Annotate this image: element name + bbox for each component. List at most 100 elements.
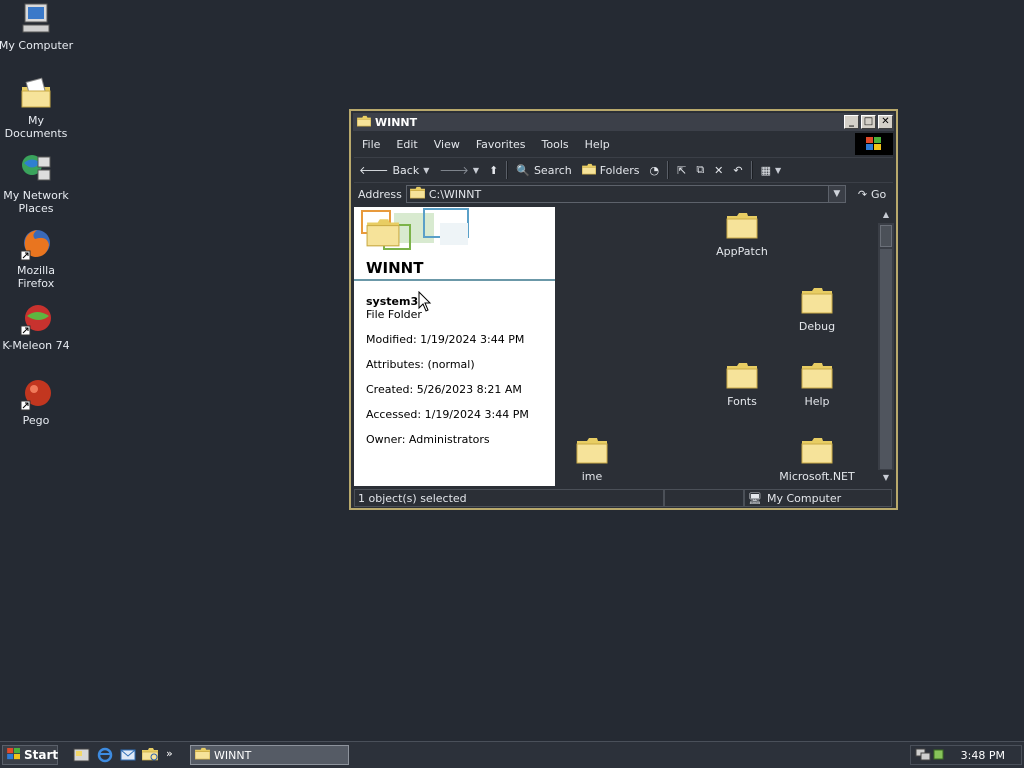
search-icon: 🔍 [516,163,530,177]
up-folder-button[interactable]: ⬆ [484,159,503,181]
show-desktop-icon[interactable] [73,747,91,763]
desktop-icon-pego[interactable]: Pego [0,377,74,427]
menu-file[interactable]: File [354,138,388,151]
pego-icon [19,377,53,411]
internet-explorer-icon[interactable] [96,747,114,763]
desktop-icon-label: Mozilla Firefox [17,264,55,290]
folder-icon [801,286,833,314]
folder-item-help[interactable]: Help [777,361,857,408]
taskbar-item-winnt[interactable]: WINNT [190,745,349,765]
search-label: Search [533,163,572,177]
desktop-icon-firefox[interactable]: Mozilla Firefox [0,227,74,290]
desktop-icon-label: My Computer [0,39,74,52]
forward-button[interactable]: 🡒 ▼ [434,159,484,181]
copy-to-button[interactable]: ⧉ [691,159,709,181]
address-input[interactable]: C:\WINNT ▼ [405,185,846,203]
search-button[interactable]: 🔍 Search [511,159,577,181]
address-dropdown-button[interactable]: ▼ [827,186,845,202]
desktop-icon-network-places[interactable]: My Network Places [0,152,74,215]
owner: Owner: Administrators [366,433,490,446]
folder-icon [801,436,833,464]
folder-icon [801,361,833,389]
menu-help[interactable]: Help [577,138,618,151]
folder-label: Help [804,395,830,408]
windows-logo-icon [7,747,21,763]
folder-icon [576,436,608,464]
vertical-scrollbar[interactable]: ▲ ▼ [878,207,894,486]
folders-label: Folders [599,163,640,177]
folder-item-ime[interactable]: ime [552,436,632,483]
system-tray: 3:48 PM [910,745,1022,765]
my-documents-icon [19,77,53,111]
folder-icon [357,115,371,130]
chevron-down-icon[interactable]: ▼ [775,166,781,175]
file-list-view[interactable]: AppPatch Debug Fonts Help ime Microsoft.… [556,207,878,486]
folder-item-fonts[interactable]: Fonts [702,361,782,408]
forward-arrow-icon: 🡒 [439,164,469,177]
folder-icon [726,361,758,389]
title-bar[interactable]: WINNT _ □ ✕ [353,113,894,131]
folders-icon [582,163,596,178]
volume-tray-icon[interactable] [933,747,945,764]
menu-tools[interactable]: Tools [534,138,577,151]
desktop-icon-kmeleon[interactable]: K-Meleon 74 [0,302,74,352]
minimize-button[interactable]: _ [844,115,859,129]
folder-item-debug[interactable]: Debug [777,286,857,333]
details-pane: WINNT system32 File Folder Modified: 1/1… [354,207,555,486]
item-details: system32 File Folder Modified: 1/19/2024… [366,295,529,446]
explorer-icon[interactable] [142,747,160,763]
scroll-thumb[interactable] [880,225,892,247]
menu-view[interactable]: View [426,138,468,151]
clock[interactable]: 3:48 PM [961,749,1005,762]
folder-item-microsoft-net[interactable]: Microsoft.NET [777,436,857,483]
windows-logo-icon [855,133,893,155]
up-folder-icon: ⬆ [489,163,499,177]
address-label: Address [358,187,402,201]
go-arrow-icon: ↷ [857,187,868,201]
go-button[interactable]: ↷ Go [858,188,886,201]
scroll-track[interactable] [880,249,892,469]
zone-label: My Computer [766,491,842,505]
status-zone: 🖥 My Computer [744,489,892,507]
mouse-cursor-icon [418,290,432,316]
undo-button[interactable]: ↶ [728,159,747,181]
folder-label: Fonts [727,395,757,408]
created-date: Created: 5/26/2023 8:21 AM [366,383,522,396]
status-selection: 1 object(s) selected [354,489,664,507]
scroll-up-button[interactable]: ▲ [878,207,894,223]
folder-label: AppPatch [716,245,768,258]
address-bar: Address C:\WINNT ▼ ↷ Go [354,182,893,205]
desktop-icon-my-documents[interactable]: My Documents [0,77,74,140]
move-to-button[interactable]: ⇱ [672,159,691,181]
status-blank [664,489,744,507]
chevron-down-icon[interactable]: ▼ [423,166,429,175]
scroll-down-button[interactable]: ▼ [878,470,894,486]
folders-button[interactable]: Folders [577,159,645,181]
folder-item-apppatch[interactable]: AppPatch [702,211,782,258]
chevron-right-icon[interactable]: » [166,747,184,763]
history-icon: ◔ [649,163,660,177]
desktop-icon-my-computer[interactable]: My Computer [0,2,74,52]
back-button[interactable]: 🡐 Back ▼ [354,159,434,181]
views-icon: ▦ [760,163,772,177]
delete-button[interactable]: ✕ [709,159,728,181]
my-computer-icon [19,2,53,36]
menu-edit[interactable]: Edit [388,138,425,151]
desktop-icon-label: K-Meleon 74 [2,339,70,352]
folder-banner: WINNT [354,207,555,279]
network-tray-icon[interactable] [915,747,931,764]
history-button[interactable]: ◔ [644,159,664,181]
views-button[interactable]: ▦ ▼ [756,159,787,181]
start-button[interactable]: Start [2,745,58,765]
folder-label: Microsoft.NET [779,470,855,483]
taskbar-item-label: WINNT [214,748,252,762]
folder-icon [410,186,425,202]
outlook-express-icon[interactable] [119,747,137,763]
close-button[interactable]: ✕ [878,115,893,129]
menu-favorites[interactable]: Favorites [468,138,534,151]
taskbar: Start » WINNT 3:48 PM [0,741,1024,768]
toolbar-separator [506,161,509,179]
maximize-button[interactable]: □ [861,115,876,129]
chevron-down-icon[interactable]: ▼ [473,166,479,175]
attributes: Attributes: (normal) [366,358,475,371]
